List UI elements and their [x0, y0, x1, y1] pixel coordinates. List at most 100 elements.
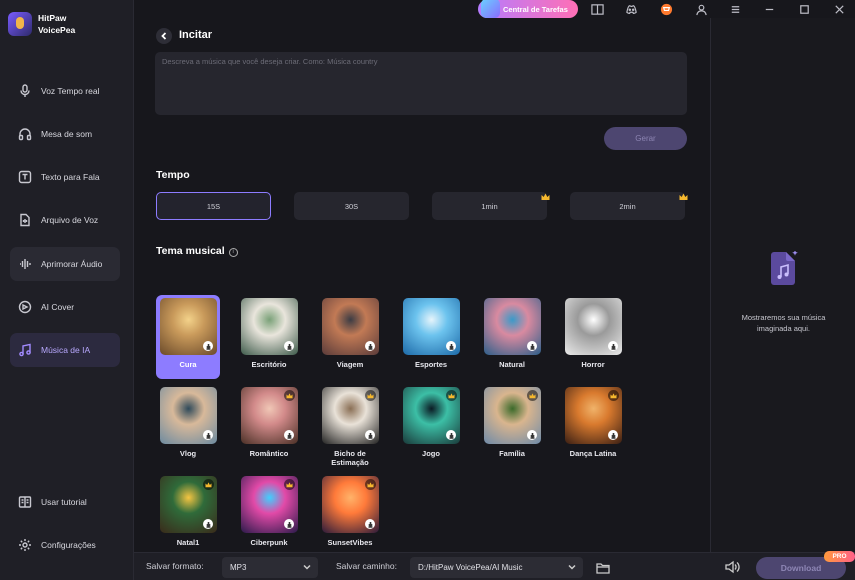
duration-2min-button[interactable]: 2min: [570, 192, 685, 220]
duration-label: 15S: [206, 201, 221, 211]
sidebar-item-soundboard[interactable]: Mesa de som: [10, 117, 120, 151]
premium-crown-icon: [203, 479, 214, 490]
gift-icon: [481, 0, 500, 18]
discord-icon[interactable]: [623, 1, 639, 17]
sidebar-item-audio-enhance[interactable]: Aprimorar Áudio: [10, 247, 120, 281]
theme-label: Viagem: [336, 360, 364, 369]
account-icon[interactable]: [693, 1, 709, 17]
preview-placeholder-text: Mostraremos sua música imaginada aqui.: [711, 312, 855, 334]
save-path-select[interactable]: D:/HitPaw VoicePea/AI Music: [410, 557, 583, 578]
preview-line2: imaginada aqui.: [757, 324, 810, 333]
theme-thumbnail: [160, 476, 217, 533]
download-icon[interactable]: [365, 430, 375, 440]
hitpaw-logo-icon: [8, 12, 32, 36]
download-icon[interactable]: [446, 430, 456, 440]
download-icon[interactable]: [284, 341, 294, 351]
download-icon[interactable]: [527, 341, 537, 351]
minimize-icon[interactable]: [761, 1, 777, 17]
theme-label: Família: [499, 449, 525, 458]
theme-label: Jogo: [422, 449, 440, 458]
download-icon[interactable]: [608, 341, 618, 351]
info-icon[interactable]: i: [228, 248, 238, 257]
headphones-icon: [18, 127, 32, 141]
premium-crown-icon: [284, 479, 295, 490]
back-button[interactable]: [156, 28, 172, 44]
download-icon[interactable]: [527, 430, 537, 440]
microphone-icon: [18, 84, 32, 98]
chevron-down-icon: [303, 563, 311, 571]
sidebar-item-text-to-speech[interactable]: Texto para Fala: [10, 160, 120, 194]
premium-crown-icon: [679, 188, 688, 200]
sidebar-item-label: Música de IA: [41, 345, 91, 355]
download-icon[interactable]: [203, 519, 213, 529]
pro-badge: PRO: [824, 551, 855, 562]
music-prompt-input[interactable]: [155, 52, 687, 115]
download-icon[interactable]: [284, 519, 294, 529]
task-center-button[interactable]: Central de Tarefas: [478, 0, 578, 18]
sidebar-item-label: Usar tutorial: [41, 497, 87, 507]
preview-line1: Mostraremos sua música: [741, 313, 826, 322]
theme-thumbnail: [484, 387, 541, 444]
premium-crown-icon: [527, 390, 538, 401]
folder-open-icon[interactable]: [596, 561, 610, 574]
download-icon[interactable]: [284, 430, 294, 440]
premium-crown-icon: [365, 390, 376, 401]
premium-crown-icon: [541, 188, 550, 200]
title-bar: Central de Tarefas: [134, 0, 855, 18]
tutorial-icon: [18, 495, 32, 509]
task-center-label: Central de Tarefas: [503, 4, 568, 14]
menu-icon[interactable]: [727, 1, 743, 17]
theme-label: Bicho de Estimação: [331, 449, 369, 467]
close-icon[interactable]: [831, 1, 847, 17]
generate-button[interactable]: Gerar: [604, 127, 687, 150]
theme-label: Horror: [581, 360, 605, 369]
duration-1min-button[interactable]: 1min: [432, 192, 547, 220]
audio-enhance-icon: [18, 257, 32, 271]
duration-15s-button[interactable]: 15S: [156, 192, 271, 220]
shop-cart-icon[interactable]: [658, 1, 674, 17]
theme-title-text: Tema musical: [156, 245, 225, 257]
path-value: D:/HitPaw VoicePea/AI Music: [418, 563, 523, 572]
theme-label: Escritório: [251, 360, 287, 369]
premium-crown-icon: [446, 390, 457, 401]
duration-label: 30S: [344, 201, 359, 211]
theme-label: Esportes: [414, 360, 448, 369]
preview-panel: Mostraremos sua música imaginada aqui.: [710, 18, 855, 552]
theme-card[interactable]: Cura: [156, 295, 220, 379]
download-icon[interactable]: [365, 341, 375, 351]
maximize-icon[interactable]: [796, 1, 812, 17]
sidebar-item-settings[interactable]: Configurações: [10, 528, 120, 562]
sidebar-item-ai-music[interactable]: Música de IA: [10, 333, 120, 367]
download-icon[interactable]: [365, 519, 375, 529]
download-icon[interactable]: [203, 341, 213, 351]
download-icon[interactable]: [203, 430, 213, 440]
sidebar-item-voice-file[interactable]: Arquivo de Voz: [10, 203, 120, 237]
theme-thumbnail: [565, 387, 622, 444]
download-icon[interactable]: [446, 341, 456, 351]
theme-label: Natural: [499, 360, 525, 369]
premium-crown-icon: [284, 390, 295, 401]
theme-thumbnail: [241, 298, 298, 355]
sidebar: HitPaw VoicePea Voz Tempo real Mesa de s…: [0, 0, 134, 580]
theme-label: SunsetVibes: [327, 538, 373, 547]
duration-label: 2min: [619, 201, 636, 211]
theme-thumbnail: [241, 387, 298, 444]
save-format-select[interactable]: MP3: [222, 557, 318, 578]
volume-icon[interactable]: [724, 560, 740, 574]
save-format-label: Salvar formato:: [146, 561, 204, 571]
sidebar-item-ai-cover[interactable]: AI Cover: [10, 290, 120, 324]
user-guide-icon[interactable]: [589, 1, 605, 17]
music-file-icon: [769, 250, 799, 287]
sidebar-item-realtime-voice[interactable]: Voz Tempo real: [10, 74, 120, 108]
app-window: HitPaw VoicePea Voz Tempo real Mesa de s…: [0, 0, 855, 580]
app-logo: HitPaw VoicePea: [8, 12, 75, 36]
theme-label: Romântico: [249, 449, 289, 458]
duration-30s-button[interactable]: 30S: [294, 192, 409, 220]
premium-crown-icon: [608, 390, 619, 401]
sidebar-item-tutorial[interactable]: Usar tutorial: [10, 485, 120, 519]
sidebar-item-label: Voz Tempo real: [41, 86, 100, 96]
settings-gear-icon: [18, 538, 32, 552]
download-icon[interactable]: [608, 430, 618, 440]
theme-thumbnail: [160, 298, 217, 355]
sidebar-item-label: Aprimorar Áudio: [41, 259, 103, 269]
